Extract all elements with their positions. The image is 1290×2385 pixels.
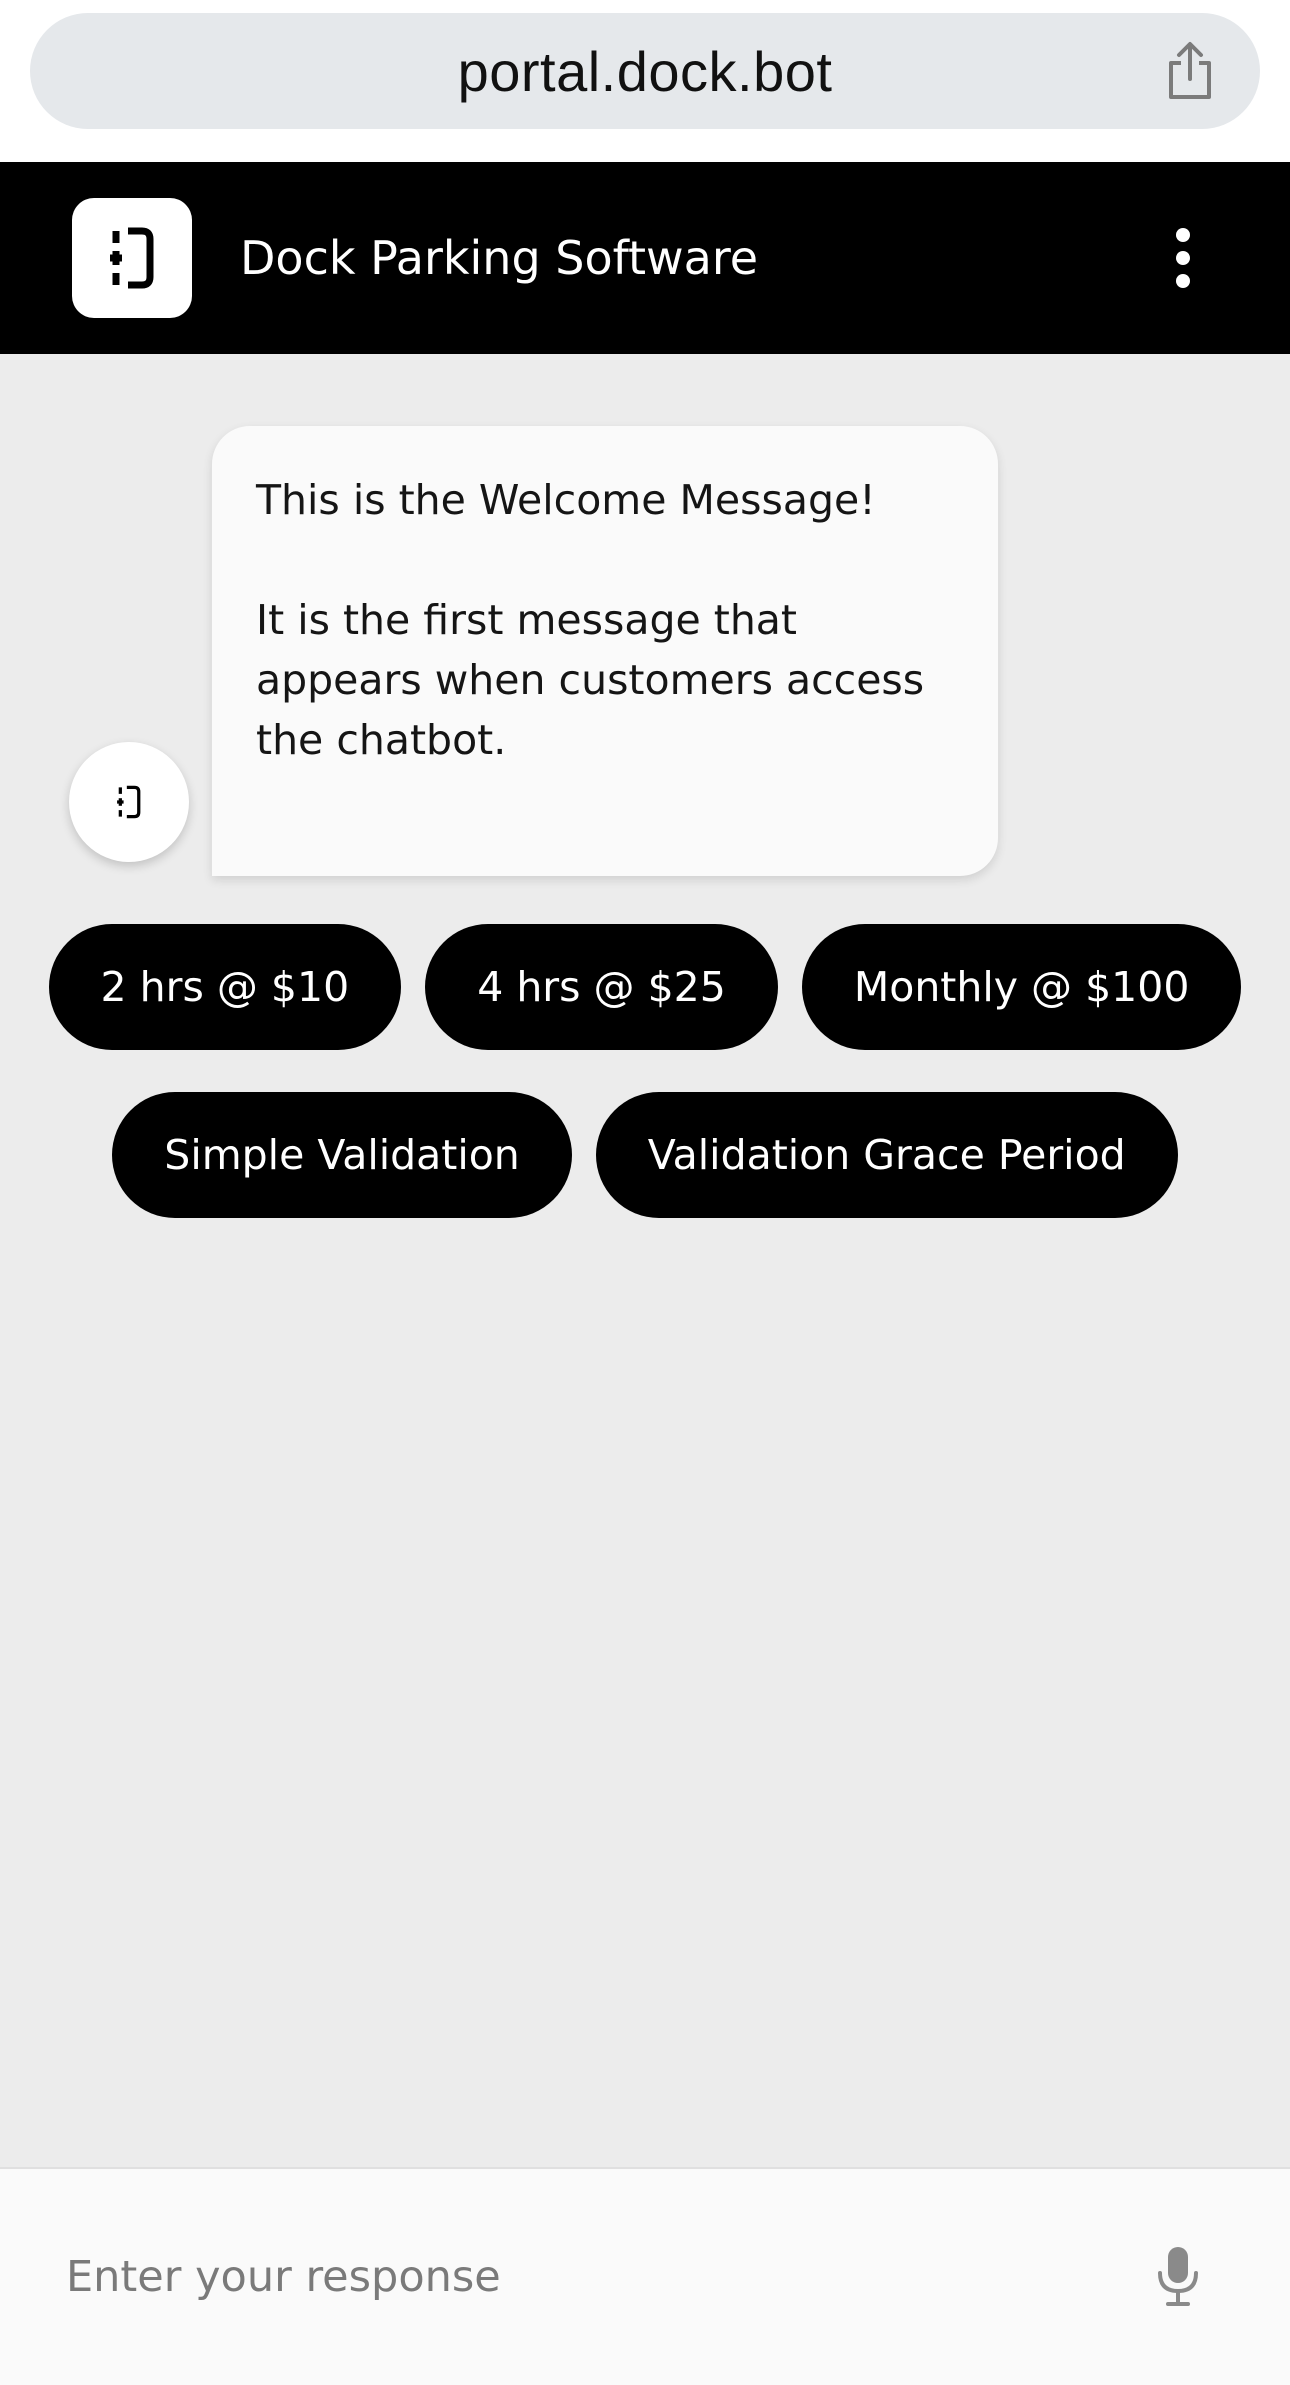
chat-page: portal.dock.bot Dock Parking Software Th… [0, 0, 1290, 2385]
app-title: Dock Parking Software [240, 231, 759, 285]
welcome-message-body: It is the first message that appears whe… [256, 596, 925, 764]
dock-logo-icon [117, 785, 141, 819]
response-input[interactable] [66, 2169, 1096, 2385]
quick-replies-row-2: Simple Validation Validation Grace Perio… [0, 1092, 1290, 1218]
address-bar[interactable]: portal.dock.bot [30, 13, 1260, 129]
quick-reply-monthly-button[interactable]: Monthly @ $100 [801, 924, 1242, 1050]
share-icon[interactable] [1158, 39, 1222, 103]
browser-bar: portal.dock.bot [0, 0, 1290, 162]
quick-reply-validation-grace-period-button[interactable]: Validation Grace Period [595, 1092, 1178, 1218]
quick-replies-row-1: 2 hrs @ $10 4 hrs @ $25 Monthly @ $100 [0, 924, 1290, 1050]
dock-logo-icon [72, 198, 192, 318]
response-input-bar [0, 2167, 1290, 2385]
app-header: Dock Parking Software [0, 162, 1290, 354]
quick-reply-4hrs-button[interactable]: 4 hrs @ $25 [425, 924, 778, 1050]
chat-area: This is the Welcome Message! It is the f… [0, 354, 1290, 2167]
kebab-menu-icon[interactable] [1168, 228, 1198, 288]
welcome-message-title: This is the Welcome Message! [256, 476, 876, 524]
quick-reply-2hrs-button[interactable]: 2 hrs @ $10 [48, 924, 402, 1050]
quick-reply-simple-validation-button[interactable]: Simple Validation [112, 1092, 572, 1218]
url-text: portal.dock.bot [457, 39, 833, 103]
microphone-icon[interactable] [1156, 2245, 1200, 2307]
bot-avatar [69, 742, 189, 862]
welcome-message-bubble: This is the Welcome Message! It is the f… [212, 426, 998, 876]
